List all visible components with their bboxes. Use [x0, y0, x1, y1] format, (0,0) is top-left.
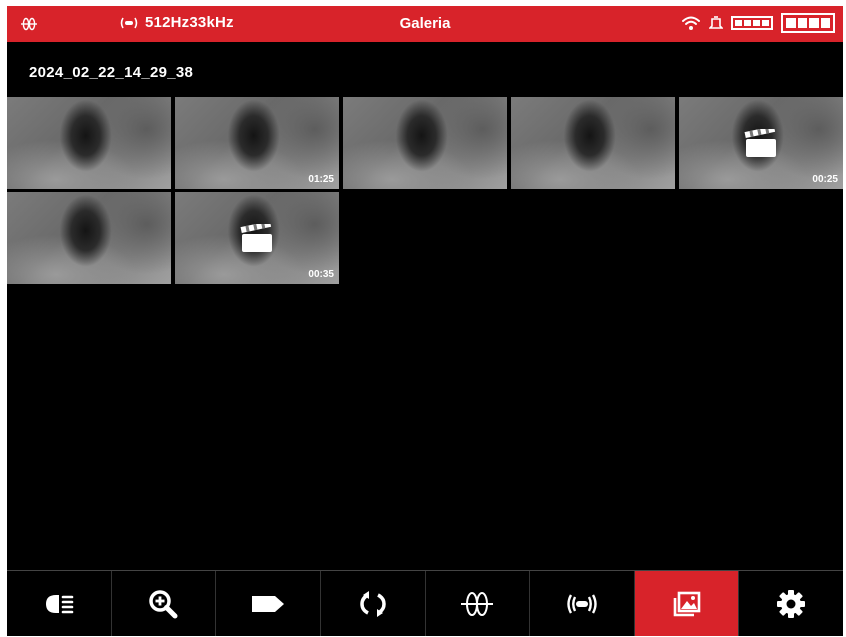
video-clapper-icon	[240, 224, 272, 252]
gallery-thumbnail[interactable]	[7, 192, 171, 284]
headlight-button[interactable]	[7, 571, 112, 636]
bottom-toolbar	[7, 570, 843, 636]
gallery-thumbnail[interactable]: 00:25	[679, 97, 843, 189]
status-icons	[681, 13, 835, 33]
video-duration: 01:25	[308, 174, 334, 185]
app-frame: 512Hz33kHz Galeria 2024_02_22_14_29_38 0…	[7, 6, 843, 636]
sonde-icon	[567, 594, 597, 614]
gallery-button[interactable]	[634, 571, 740, 636]
gallery-thumbnail[interactable]	[343, 97, 507, 189]
settings-button[interactable]	[739, 571, 843, 636]
gallery-icon	[673, 591, 700, 617]
locator-button[interactable]	[426, 571, 531, 636]
zoom-in-icon	[149, 590, 178, 619]
tag-button[interactable]	[216, 571, 321, 636]
rotate-icon	[359, 591, 386, 617]
rotate-button[interactable]	[321, 571, 426, 636]
gallery-thumbnail[interactable]: 01:25	[175, 97, 339, 189]
battery-icon	[781, 13, 835, 33]
settings-gear-icon	[777, 590, 806, 618]
video-clapper-icon	[744, 129, 776, 157]
sonde-button[interactable]	[530, 571, 635, 636]
locator-grid-icon	[461, 592, 494, 616]
bell-icon	[709, 16, 723, 29]
gallery-thumbnail[interactable]: 00:35	[175, 192, 339, 284]
video-duration: 00:25	[812, 174, 838, 185]
zoom-button[interactable]	[112, 571, 217, 636]
gallery-thumbnail[interactable]	[511, 97, 675, 189]
wifi-icon	[682, 16, 700, 30]
gallery-thumbnail[interactable]	[7, 97, 171, 189]
folder-date-label: 2024_02_22_14_29_38	[29, 64, 194, 81]
battery-small-icon	[731, 16, 773, 30]
video-duration: 00:35	[308, 269, 334, 280]
tag-icon	[252, 596, 285, 612]
status-bar: 512Hz33kHz Galeria	[7, 6, 843, 42]
headlight-icon	[45, 595, 74, 614]
